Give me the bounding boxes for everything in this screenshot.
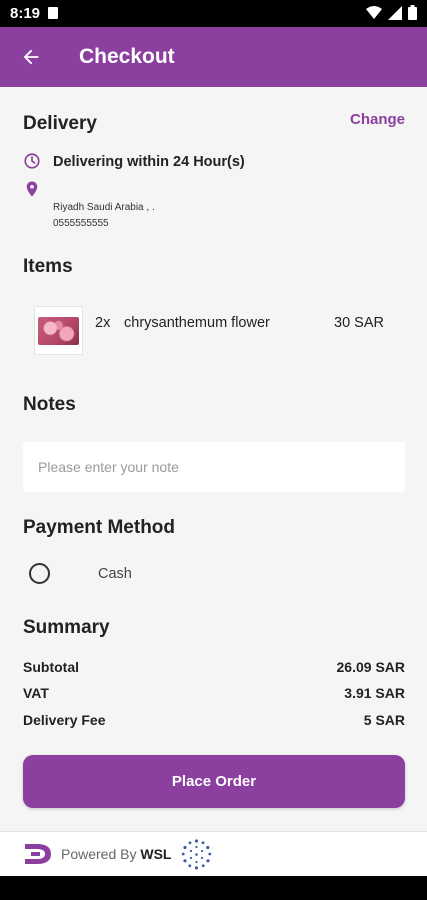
powered-by-label: Powered By xyxy=(61,846,137,862)
clock-icon xyxy=(24,153,40,169)
item-quantity: 2x xyxy=(95,315,111,331)
items-section-title: Items xyxy=(23,256,73,277)
delivery-fee-label: Delivery Fee xyxy=(23,712,106,728)
note-input[interactable] xyxy=(23,442,405,492)
delivery-time-text: Delivering within 24 Hour(s) xyxy=(53,154,245,170)
status-bar: 8:19 xyxy=(0,0,427,27)
sd-card-icon xyxy=(48,7,58,19)
footer: Powered By WSL xyxy=(0,831,427,876)
status-icons xyxy=(366,5,417,20)
delivery-fee-value: 5 SAR xyxy=(363,712,405,728)
notes-section-title: Notes xyxy=(23,394,76,415)
wsl-emblem-icon xyxy=(181,839,212,870)
flower-image xyxy=(38,317,79,345)
item-price: 30 SAR xyxy=(334,315,384,331)
payment-section-title: Payment Method xyxy=(23,517,176,538)
vat-value: 3.91 SAR xyxy=(344,685,405,701)
subtotal-value: 26.09 SAR xyxy=(336,659,405,675)
status-time: 8:19 xyxy=(10,5,41,22)
subtotal-label: Subtotal xyxy=(23,659,79,675)
app-bar: Checkout xyxy=(0,27,427,87)
powered-by-brand: WSL xyxy=(140,846,172,862)
powered-by-text: Powered By WSL xyxy=(61,846,171,862)
vat-label: VAT xyxy=(23,685,49,701)
item-name: chrysanthemum flower xyxy=(124,315,270,331)
cash-radio-button[interactable] xyxy=(29,563,50,584)
delivery-section-title: Delivery xyxy=(23,113,97,134)
wifi-icon xyxy=(366,5,382,19)
system-nav-bar xyxy=(0,876,427,900)
cash-option-label: Cash xyxy=(98,566,132,582)
item-thumbnail xyxy=(34,306,83,355)
delivery-phone: 0555555555 xyxy=(53,218,109,229)
page-title: Checkout xyxy=(79,45,175,68)
signal-icon xyxy=(388,5,402,20)
location-pin-icon xyxy=(26,181,38,197)
summary-section-title: Summary xyxy=(23,617,110,638)
change-delivery-link[interactable]: Change xyxy=(350,111,405,128)
place-order-button[interactable]: Place Order xyxy=(23,755,405,808)
delivery-address: Riyadh Saudi Arabia , . xyxy=(53,202,155,213)
brand-logo-icon xyxy=(25,844,51,864)
battery-icon xyxy=(408,5,417,20)
back-arrow-icon[interactable] xyxy=(20,46,42,68)
